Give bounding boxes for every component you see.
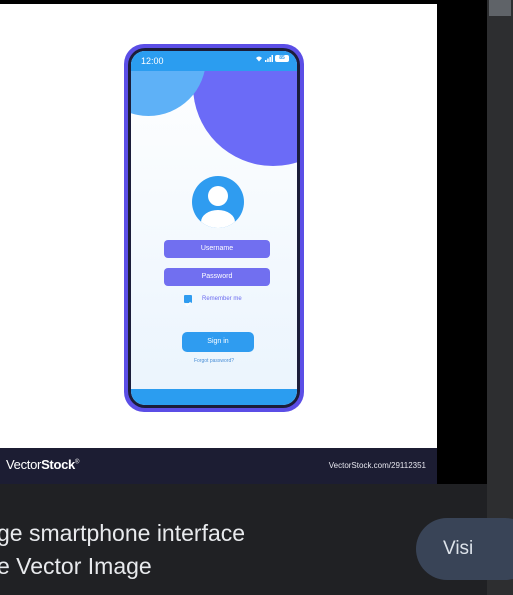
phone-status-bar: 12:00 85 (131, 51, 297, 71)
remember-me-label: Remember me (202, 296, 242, 302)
remember-checkbox-icon (184, 295, 192, 307)
password-field: Password (164, 268, 270, 286)
phone-bottom-bar (131, 389, 297, 405)
vectorstock-logo: VectorStock® (6, 457, 79, 472)
logo-light-text: Vector (6, 457, 42, 472)
user-avatar-icon (192, 176, 244, 228)
preview-side-panel (437, 4, 487, 484)
scrollbar-thumb[interactable] (489, 0, 511, 16)
battery-icon: 85 (275, 55, 289, 62)
remember-me-row: Remember me (184, 295, 242, 307)
logo-bold-text: Stock (41, 457, 75, 472)
signal-icon (265, 55, 273, 62)
vectorstock-watermark-bar: VectorStock® VectorStock.com/29112351 (0, 448, 437, 484)
image-title[interactable]: ge smartphone interface e Vector Image (0, 517, 245, 583)
scrollbar-track[interactable] (487, 0, 513, 595)
image-title-line2: e Vector Image (0, 553, 152, 579)
logo-registered-mark: ® (74, 459, 80, 466)
visit-button[interactable]: Visi (416, 518, 513, 580)
sign-in-button: Sign in (182, 332, 254, 352)
status-time: 12:00 (141, 56, 164, 66)
phone-illustration: 12:00 85 Username Password Remember me S… (124, 44, 304, 412)
wifi-icon (256, 56, 262, 62)
phone-screen: 12:00 85 Username Password Remember me S… (131, 51, 297, 405)
vectorstock-url: VectorStock.com/29112351 (328, 461, 426, 470)
forgot-password-link: Forgot password? (193, 358, 235, 364)
phone-bezel: 12:00 85 Username Password Remember me S… (128, 48, 300, 408)
status-icons: 85 (255, 55, 289, 62)
image-title-line1: ge smartphone interface (0, 520, 246, 546)
image-preview[interactable]: 12:00 85 Username Password Remember me S… (0, 4, 437, 448)
username-field: Username (164, 240, 270, 258)
